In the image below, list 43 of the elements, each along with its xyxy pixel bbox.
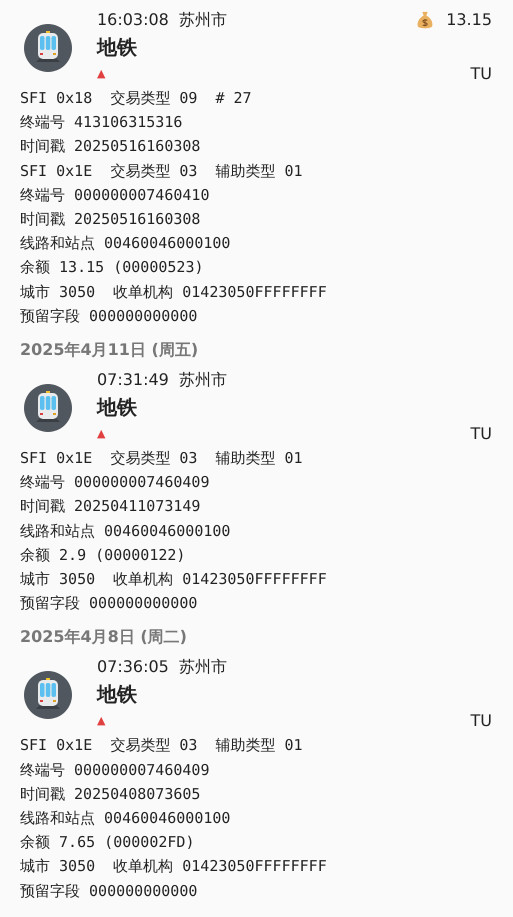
direction-marker: ▲ (97, 66, 106, 82)
date-header: 2025年4月11日 (周五) (20, 339, 200, 362)
time-city: 07:31:49 苏州市 (97, 369, 228, 392)
record-tag: TU (470, 62, 492, 86)
detail-line: 线路和站点 00460046000100 (20, 233, 232, 254)
detail-line: 城市 3050 收单机构 01423050FFFFFFFF (20, 856, 328, 878)
detail-line: 线路和站点 00460046000100 (20, 808, 232, 830)
record-tag: TU (470, 422, 492, 446)
detail-line: 时间戳 20250516160308 (20, 209, 202, 230)
detail-line: 时间戳 20250408073605 (20, 784, 202, 805)
record-title: 地铁 (97, 394, 138, 422)
time-city: 07:36:05 苏州市 (97, 656, 228, 678)
detail-line: SFI 0x1E 交易类型 03 辅助类型 01 (20, 160, 304, 182)
record-tag: TU (470, 709, 492, 734)
money-bag-icon (416, 10, 434, 30)
train-icon (24, 384, 72, 432)
detail-line: 时间戳 20250411073149 (20, 496, 202, 518)
direction-marker: ▲ (97, 713, 106, 730)
balance-amount: 13.15 (446, 9, 492, 31)
record-title: 地铁 (97, 34, 138, 61)
detail-line: 预留字段 000000000000 (20, 880, 198, 902)
detail-line: 城市 3050 收单机构 01423050FFFFFFFF (20, 569, 328, 590)
detail-line: 终端号 000000007460410 (20, 184, 210, 206)
train-icon (24, 671, 72, 720)
detail-line: 终端号 000000007460409 (20, 760, 210, 781)
detail-line: SFI 0x18 交易类型 09 # 27 (20, 88, 253, 109)
detail-line: 预留字段 000000000000 (20, 593, 198, 614)
detail-line: 城市 3050 收单机构 01423050FFFFFFFF (20, 282, 328, 303)
detail-line: 余额 2.9 (00000122) (20, 544, 186, 566)
detail-line: 时间戳 20250516160308 (20, 136, 202, 158)
train-icon (24, 24, 72, 72)
detail-line: 线路和站点 00460046000100 (20, 520, 232, 542)
detail-line: 终端号 000000007460409 (20, 472, 210, 494)
detail-line: 余额 7.65 (000002FD) (20, 832, 196, 854)
date-header: 2025年4月8日 (周二) (20, 626, 188, 648)
time-city: 16:03:08 苏州市 (97, 9, 228, 31)
detail-line: 预留字段 000000000000 (20, 306, 198, 327)
detail-line: 余额 13.15 (00000523) (20, 257, 205, 278)
detail-line: 终端号 413106315316 (20, 112, 184, 134)
detail-line: SFI 0x1E 交易类型 03 辅助类型 01 (20, 448, 304, 470)
direction-marker: ▲ (97, 426, 106, 442)
record-title: 地铁 (97, 681, 138, 708)
detail-line: SFI 0x1E 交易类型 03 辅助类型 01 (20, 735, 304, 756)
